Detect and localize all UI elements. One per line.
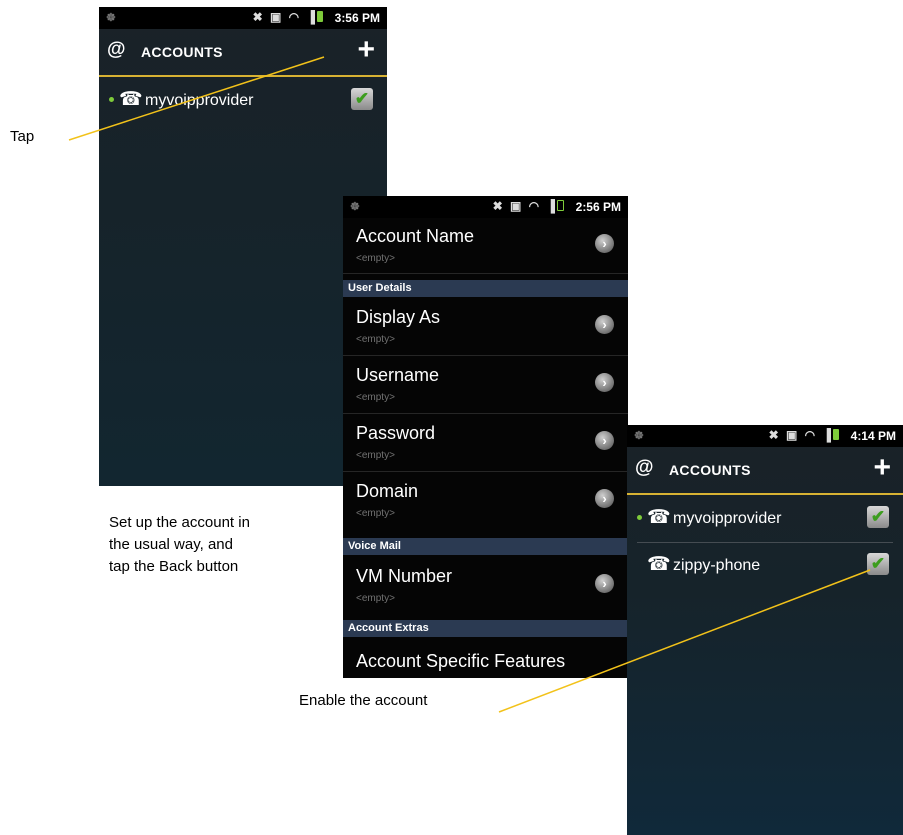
phone-icon: ☎︎ bbox=[647, 507, 671, 528]
page-title: ACCOUNTS bbox=[141, 44, 223, 60]
section-header-user-details: User Details bbox=[343, 280, 628, 297]
caption-setup: Set up the account in the usual way, and… bbox=[109, 512, 250, 578]
title-bar: @ ACCOUNTS + bbox=[627, 447, 903, 495]
accounts-screen-2: ☸ ✖︎ ▣ ◠ ▐ 4:14 PM @ ACCOUNTS + ☎︎ myvoi… bbox=[627, 425, 903, 835]
chevron-right-icon: › bbox=[595, 234, 614, 253]
status-bar: ☸ ✖︎ ▣ ◠ ▐ 4:14 PM bbox=[627, 425, 903, 447]
add-account-button[interactable]: + bbox=[873, 451, 891, 485]
setting-label: Username bbox=[356, 365, 440, 385]
setting-label: Account Specific Features bbox=[356, 651, 566, 671]
chevron-right-icon: › bbox=[595, 431, 614, 450]
account-name: zippy-phone bbox=[673, 557, 761, 574]
usb-icon: ☸ bbox=[634, 430, 644, 442]
caption-tap: Tap bbox=[10, 128, 35, 145]
page-title: ACCOUNTS bbox=[669, 462, 751, 478]
setting-value: <empty> bbox=[356, 253, 395, 264]
chevron-right-icon: › bbox=[595, 373, 614, 392]
account-row-myvoipprovider[interactable]: ☎︎ myvoipprovider ✔ bbox=[627, 497, 903, 543]
phone-icon: ☎︎ bbox=[119, 89, 143, 110]
usb-icon: ☸ bbox=[106, 12, 116, 24]
caption-enable: Enable the account bbox=[299, 692, 428, 709]
setting-label: VM Number bbox=[356, 566, 453, 586]
account-row-zippy-phone[interactable]: ☎︎ zippy-phone ✔ bbox=[627, 544, 903, 590]
setting-account-specific-features[interactable]: Account Specific Features bbox=[343, 643, 628, 678]
setting-label: Account Name bbox=[356, 226, 475, 246]
setting-account-name[interactable]: Account Name <empty> › bbox=[343, 218, 628, 274]
at-icon: @ bbox=[107, 39, 126, 60]
section-header-voice-mail: Voice Mail bbox=[343, 538, 628, 555]
setting-value: <empty> bbox=[356, 593, 395, 604]
enable-checkbox[interactable]: ✔ bbox=[867, 506, 889, 528]
caption-setup-line: Set up the account in bbox=[109, 514, 250, 531]
status-icons: ✖︎ ▣ ◠ ▐ bbox=[769, 428, 839, 442]
status-time: 3:56 PM bbox=[334, 11, 380, 25]
setting-domain[interactable]: Domain <empty> › bbox=[343, 473, 628, 529]
setting-value: <empty> bbox=[356, 508, 395, 519]
setting-label: Domain bbox=[356, 481, 419, 501]
battery-icon bbox=[317, 11, 323, 22]
section-header-account-extras: Account Extras bbox=[343, 620, 628, 637]
status-icons: ✖︎ ▣ ◠ ▐ bbox=[493, 199, 564, 213]
status-time: 4:14 PM bbox=[850, 429, 896, 443]
online-status-dot bbox=[637, 515, 642, 520]
status-icons: ✖︎ ▣ ◠ ▐ bbox=[253, 10, 323, 24]
caption-setup-line: the usual way, and bbox=[109, 536, 233, 553]
setting-display-as[interactable]: Display As <empty> › bbox=[343, 299, 628, 356]
battery-icon bbox=[833, 429, 839, 440]
setting-username[interactable]: Username <empty> › bbox=[343, 357, 628, 414]
setting-vm-number[interactable]: VM Number <empty> › bbox=[343, 558, 628, 614]
setting-value: <empty> bbox=[356, 392, 395, 403]
add-account-button[interactable]: + bbox=[357, 33, 375, 67]
enable-checkbox[interactable]: ✔ bbox=[351, 88, 373, 110]
phone-icon: ☎︎ bbox=[647, 554, 671, 575]
at-icon: @ bbox=[635, 457, 654, 478]
online-status-dot bbox=[109, 97, 114, 102]
battery-icon bbox=[557, 200, 564, 211]
setting-value: <empty> bbox=[356, 450, 395, 461]
chevron-right-icon: › bbox=[595, 315, 614, 334]
chevron-right-icon: › bbox=[595, 574, 614, 593]
chevron-right-icon: › bbox=[595, 489, 614, 508]
account-name: myvoipprovider bbox=[673, 510, 782, 527]
enable-checkbox[interactable]: ✔ bbox=[867, 553, 889, 575]
title-bar: @ ACCOUNTS + bbox=[99, 29, 387, 77]
setting-label: Display As bbox=[356, 307, 441, 327]
status-time: 2:56 PM bbox=[575, 200, 621, 214]
account-settings-screen: ☸ ✖︎ ▣ ◠ ▐ 2:56 PM Account Name <empty> … bbox=[343, 196, 628, 678]
usb-icon: ☸ bbox=[350, 201, 360, 213]
list-divider bbox=[637, 542, 893, 543]
setting-value: <empty> bbox=[356, 334, 395, 345]
setting-label: Password bbox=[356, 423, 436, 443]
caption-setup-line: tap the Back button bbox=[109, 558, 239, 575]
account-row-myvoipprovider[interactable]: ☎︎ myvoipprovider ✔ bbox=[99, 79, 387, 125]
setting-password[interactable]: Password <empty> › bbox=[343, 415, 628, 472]
status-bar: ☸ ✖︎ ▣ ◠ ▐ 3:56 PM bbox=[99, 7, 387, 29]
account-name: myvoipprovider bbox=[145, 92, 254, 109]
status-bar: ☸ ✖︎ ▣ ◠ ▐ 2:56 PM bbox=[343, 196, 628, 218]
